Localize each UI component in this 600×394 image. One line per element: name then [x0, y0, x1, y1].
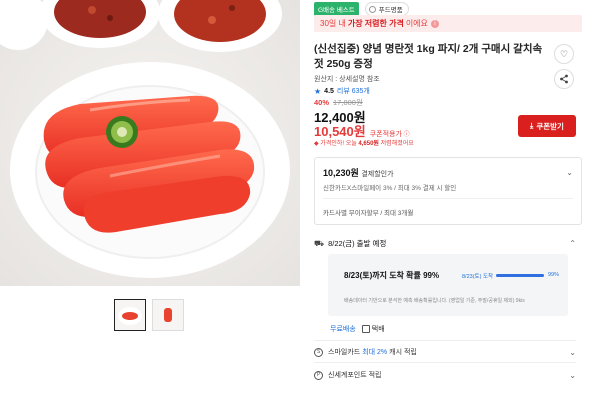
- thumbnail-1[interactable]: [114, 299, 146, 331]
- thumbnail-roe-icon: [118, 307, 142, 325]
- card-discount-label: 결제할인가: [361, 171, 394, 178]
- thumbnail-2[interactable]: [152, 299, 184, 331]
- point-row[interactable]: P 신세계포인트 적립 ⌄: [314, 370, 576, 380]
- parcel-option[interactable]: 택배: [362, 324, 385, 334]
- point-icon: P: [314, 370, 323, 380]
- promo-highlight: 가장 저렴한 가격: [347, 19, 404, 28]
- shipping-header[interactable]: ⛟ 8/22(금) 출발 예정 ⌃: [314, 238, 576, 249]
- discount-percent: 40%: [314, 98, 330, 107]
- food-badge-label: 푸드명품: [378, 7, 403, 14]
- free-shipping: 무료배송: [330, 326, 356, 333]
- wishlist-button[interactable]: ♡: [554, 44, 574, 64]
- get-coupon-button[interactable]: ⤓ 쿠폰받기: [518, 115, 576, 137]
- pollock-roe-photo: [0, 0, 300, 286]
- promo-suffix: 이에요: [405, 19, 428, 28]
- badge-row: G배송 베스트 푸드명품: [314, 2, 409, 16]
- star-icon: ★: [314, 86, 322, 96]
- arrival-note: 배송데이터 기반으로 분석한 예측 배송확률입니다. (영업일 기준, 주말/공…: [344, 298, 525, 304]
- smile-highlight: 최대 2%: [362, 349, 388, 356]
- promo-prefix: 30일 내: [320, 19, 346, 28]
- chevron-down-icon[interactable]: ⌄: [569, 371, 576, 380]
- product-info-panel: G배송 베스트 푸드명품 30일 내 가장 저렴한 가격 이에요 i (신선집중…: [306, 0, 600, 394]
- smile-card-row[interactable]: S 스마일카드 최대 2% 캐시 적립 ⌄: [314, 347, 576, 357]
- card-discount-amount: 10,230원 결제할인가: [323, 166, 394, 179]
- arrival-progress-fill: [496, 274, 544, 277]
- installment-info: 카드사별 무이자할부 / 최대 3개월: [323, 210, 414, 217]
- review-link[interactable]: 리뷰 635개: [337, 86, 370, 96]
- arrival-progress-bar: [496, 274, 544, 277]
- origin-info: 원산지 : 상세설명 참조: [314, 76, 380, 83]
- thumbnail-roe-icon-2: [164, 308, 172, 322]
- share-icon: [560, 74, 568, 84]
- card-discount-detail: 신한카드X스마일페이 3% / 최대 3% 결제 시 할인: [323, 185, 457, 192]
- chevron-down-icon[interactable]: ⌄: [569, 348, 576, 357]
- share-button[interactable]: [554, 69, 574, 89]
- food-badge-icon: [368, 5, 376, 13]
- product-gallery: [0, 0, 300, 394]
- info-icon[interactable]: i: [430, 19, 439, 28]
- point-label: 신세계포인트 적립: [328, 372, 382, 379]
- price-drop-pre: 가격인하! 오늘: [320, 141, 357, 147]
- price-drop-note: ◆ 가격인하! 오늘 4,650원 저렴해졌어요: [314, 138, 414, 147]
- card-discount-value: 10,230원: [323, 168, 359, 178]
- arrival-bar-label: 8/23(토) 도착: [462, 274, 494, 280]
- heart-icon: ♡: [559, 48, 569, 59]
- divider: [323, 198, 573, 199]
- arrival-estimate-box: 8/23(토)까지 도착 확률 99% 8/23(토) 도착 99% 배송데이터…: [328, 254, 568, 316]
- card-discount-box[interactable]: 10,230원 결제할인가 ⌄ 신한카드X스마일페이 3% / 최대 3% 결제…: [314, 157, 582, 225]
- best-badge: G배송 베스트: [314, 2, 359, 16]
- main-product-image[interactable]: [0, 0, 300, 286]
- smile-prefix: 스마일카드: [328, 349, 361, 356]
- thumbnail-list: [114, 299, 184, 331]
- product-title: (신선집중) 양념 명란젓 1kg 파지/ 2개 구매시 갈치속젓 250g 증…: [314, 43, 543, 70]
- divider: [314, 340, 576, 341]
- divider: [314, 362, 576, 363]
- get-coupon-label: 쿠폰받기: [536, 121, 564, 131]
- rating-row: ★ 4.5 리뷰 635개: [314, 86, 370, 96]
- shipping-options: 무료배송 택배: [330, 324, 385, 334]
- arrival-percent: 99%: [548, 272, 560, 278]
- rating-score: 4.5: [324, 87, 334, 95]
- chevron-up-icon[interactable]: ⌃: [569, 239, 576, 248]
- arrival-probability: 8/23(토)까지 도착 확률 99%: [344, 271, 440, 280]
- smile-card-icon: S: [314, 347, 323, 357]
- smile-suffix: 캐시 적립: [389, 349, 417, 356]
- price-drop-post: 저렴해졌어요: [380, 141, 414, 147]
- food-badge[interactable]: 푸드명품: [364, 2, 409, 16]
- price-drop-amount: 4,650원: [358, 141, 379, 147]
- chevron-down-icon[interactable]: ⌄: [566, 168, 573, 177]
- ship-date: 8/22(금) 출발 예정: [328, 239, 387, 248]
- lowest-price-banner: 30일 내 가장 저렴한 가격 이에요 i: [314, 15, 582, 32]
- download-icon: ⤓: [530, 121, 534, 130]
- truck-icon: ⛟: [314, 238, 325, 248]
